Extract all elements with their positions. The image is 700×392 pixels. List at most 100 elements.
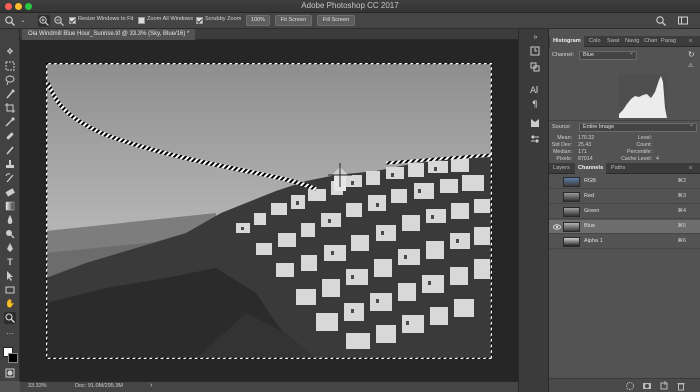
clone-stamp-tool-icon[interactable] bbox=[4, 158, 16, 170]
pen-tool-icon[interactable] bbox=[4, 242, 16, 254]
brush-tool-icon[interactable] bbox=[4, 144, 16, 156]
fill-screen-button[interactable]: Fill Screen bbox=[317, 15, 355, 26]
zoom-out-icon[interactable] bbox=[53, 15, 65, 27]
panel-menu-icon[interactable]: ≡ bbox=[689, 36, 692, 47]
document-tab[interactable]: Oia Windmill Blue Hour_Sunrise.tif @ 33.… bbox=[22, 29, 196, 40]
blur-tool-icon[interactable] bbox=[4, 214, 16, 226]
stat-count-label: Count: bbox=[636, 142, 652, 148]
warning-icon: ⚠ bbox=[688, 63, 694, 69]
rectangle-tool-icon[interactable] bbox=[4, 284, 16, 296]
marquee-tool-icon[interactable] bbox=[4, 60, 16, 72]
scrubby-zoom-checkbox[interactable] bbox=[196, 17, 203, 24]
zoom-level-readout[interactable]: 33.33% bbox=[28, 383, 47, 389]
stat-level-label: Level: bbox=[637, 135, 652, 141]
right-panel: Histogram Colo Swat Navig Chan Parag ≡ C… bbox=[549, 29, 700, 392]
type-tool-icon[interactable]: T bbox=[4, 256, 16, 268]
trash-icon[interactable] bbox=[676, 381, 686, 391]
channel-row-red[interactable]: Red ⌘3 bbox=[549, 190, 700, 204]
tab-histogram[interactable]: Histogram bbox=[550, 36, 584, 47]
status-menu-arrow-icon[interactable]: › bbox=[150, 382, 152, 389]
quick-selection-tool-icon[interactable] bbox=[4, 88, 16, 100]
tab-character[interactable]: Chan bbox=[644, 36, 657, 47]
visibility-toggle-icon[interactable] bbox=[553, 208, 561, 216]
tab-layers[interactable]: Layers bbox=[553, 163, 570, 174]
zoom-all-windows-label: Zoom All Windows bbox=[147, 16, 194, 22]
eraser-tool-icon[interactable] bbox=[4, 186, 16, 198]
channel-select[interactable]: Blue bbox=[579, 50, 637, 60]
dodge-tool-icon[interactable] bbox=[4, 228, 16, 240]
svg-text:A: A bbox=[530, 86, 537, 95]
workspace-icon[interactable] bbox=[677, 15, 689, 27]
zoom-in-icon[interactable] bbox=[38, 15, 50, 27]
path-selection-tool-icon[interactable] bbox=[4, 270, 16, 282]
tab-channels[interactable]: Channels bbox=[575, 163, 607, 174]
channel-row-rgb[interactable]: RGB ⌘2 bbox=[549, 175, 700, 189]
visibility-toggle-icon[interactable] bbox=[553, 238, 561, 246]
tab-paragraph[interactable]: Parag bbox=[661, 36, 676, 47]
resize-windows-checkbox[interactable] bbox=[69, 17, 76, 24]
tools-panel: ✥ T ✋ ··· bbox=[0, 29, 20, 381]
refresh-histogram-icon[interactable]: ↻ bbox=[688, 50, 695, 59]
fit-screen-button[interactable]: Fit Screen bbox=[275, 15, 312, 26]
status-bar: 33.33% Doc: 91.0M/295.3M › bbox=[20, 381, 518, 392]
channel-name: Alpha 1 bbox=[584, 238, 603, 244]
paragraph-panel-icon[interactable]: ¶ bbox=[528, 97, 541, 110]
load-selection-icon[interactable] bbox=[625, 381, 635, 391]
visibility-toggle-icon[interactable] bbox=[553, 178, 561, 186]
stat-stddev-value: 25.43 bbox=[578, 142, 592, 148]
document-image[interactable] bbox=[46, 63, 492, 359]
healing-brush-tool-icon[interactable] bbox=[4, 130, 16, 142]
tab-navigator[interactable]: Navig bbox=[625, 36, 639, 47]
channel-name: RGB bbox=[584, 178, 596, 184]
stat-stddev-label: Std Dev: bbox=[551, 142, 572, 148]
move-tool-icon[interactable]: ✥ bbox=[4, 46, 16, 58]
quick-mask-icon[interactable] bbox=[4, 367, 16, 379]
channels-menu-icon[interactable]: ≡ bbox=[689, 163, 692, 174]
collapse-panels-icon[interactable]: » bbox=[529, 32, 542, 44]
channel-thumbnail bbox=[563, 177, 580, 187]
properties-panel-icon[interactable] bbox=[528, 61, 541, 73]
channel-row-alpha-1[interactable]: Alpha 1 ⌘6 bbox=[549, 235, 700, 249]
more-tools-icon[interactable]: ··· bbox=[4, 328, 16, 340]
character-panel-icon[interactable]: A bbox=[528, 83, 541, 96]
chevron-down-icon[interactable]: ⌄ bbox=[17, 15, 29, 27]
history-panel-icon[interactable] bbox=[528, 45, 541, 57]
visibility-toggle-icon[interactable] bbox=[553, 193, 561, 201]
tab-color[interactable]: Colo bbox=[589, 36, 601, 47]
channel-name: Green bbox=[584, 208, 600, 214]
zoom-tool-preset-icon[interactable] bbox=[4, 15, 16, 27]
stat-mean-value: 170.32 bbox=[578, 135, 595, 141]
libraries-panel-icon[interactable] bbox=[528, 117, 541, 129]
source-label: Source: bbox=[552, 124, 571, 130]
save-selection-icon[interactable] bbox=[642, 381, 652, 391]
zoom-tool-icon[interactable] bbox=[4, 312, 16, 324]
zoom-all-windows-checkbox[interactable] bbox=[138, 17, 145, 24]
canvas-area[interactable] bbox=[20, 40, 518, 381]
lasso-tool-icon[interactable] bbox=[4, 74, 16, 86]
channel-row-green[interactable]: Green ⌘4 bbox=[549, 205, 700, 219]
gradient-tool-icon[interactable] bbox=[4, 200, 16, 212]
source-select[interactable]: Entire Image bbox=[579, 122, 697, 132]
channel-row-blue[interactable]: Blue ⌘5 bbox=[549, 220, 700, 234]
crop-tool-icon[interactable] bbox=[4, 102, 16, 114]
eye-icon[interactable] bbox=[553, 223, 561, 231]
hand-tool-icon[interactable]: ✋ bbox=[4, 298, 16, 310]
channels-panel-footer bbox=[549, 378, 700, 392]
new-channel-icon[interactable] bbox=[659, 381, 669, 391]
history-brush-tool-icon[interactable] bbox=[4, 172, 16, 184]
zoom-100-button[interactable]: 100% bbox=[246, 15, 270, 26]
background-color-swatch[interactable] bbox=[8, 353, 18, 363]
channel-shortcut: ⌘4 bbox=[677, 208, 686, 214]
channel-name: Blue bbox=[584, 223, 596, 229]
adjustments-panel-icon[interactable] bbox=[528, 133, 541, 145]
channel-name: Red bbox=[584, 193, 595, 199]
scrubby-zoom-label: Scrubby Zoom bbox=[205, 16, 242, 22]
channel-shortcut: ⌘5 bbox=[677, 223, 686, 229]
channel-thumbnail bbox=[563, 237, 580, 247]
layers-panel-tabs: Layers Channels Paths ≡ bbox=[549, 163, 700, 174]
tab-paths[interactable]: Paths bbox=[611, 163, 625, 174]
eyedropper-tool-icon[interactable] bbox=[4, 116, 16, 128]
document-tab-bar: Oia Windmill Blue Hour_Sunrise.tif @ 33.… bbox=[20, 29, 518, 40]
search-icon[interactable] bbox=[655, 15, 667, 27]
tab-swatches[interactable]: Swat bbox=[607, 36, 619, 47]
